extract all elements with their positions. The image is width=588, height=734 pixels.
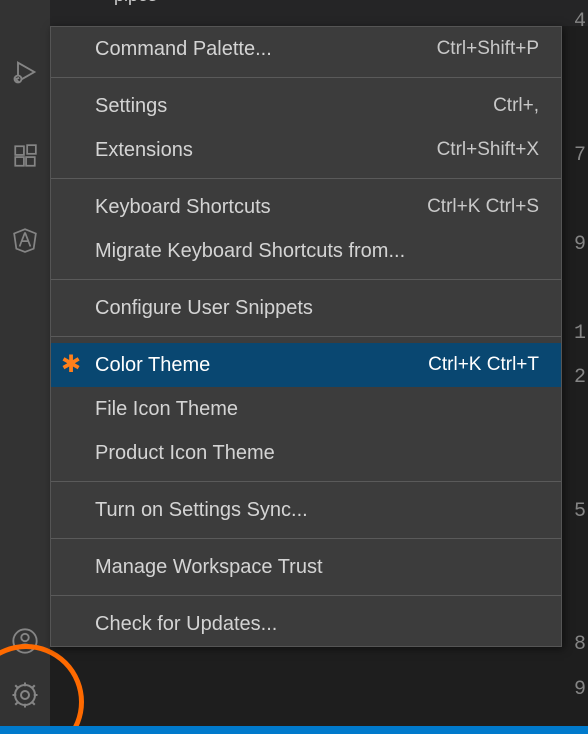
menu-item-label: Command Palette... [95,38,417,61]
line-number: 9 [560,668,586,713]
chevron-right-icon: › [102,0,108,6]
line-number [560,401,586,446]
tree-item-label: pipes [114,0,157,6]
menu-item-shortcut: Ctrl+K Ctrl+S [427,196,539,218]
line-number: 9 [560,223,586,268]
line-number: 1 [560,312,586,357]
line-number [560,267,586,312]
manage-gear-icon[interactable] [0,668,50,722]
menu-item-label: Migrate Keyboard Shortcuts from... [95,240,539,263]
menu-separator [51,538,561,539]
menu-item-command-palette[interactable]: Command Palette... Ctrl+Shift+P [51,27,561,71]
line-number [560,89,586,134]
menu-separator [51,336,561,337]
menu-item-migrate-keyboard-shortcuts-from[interactable]: Migrate Keyboard Shortcuts from... [51,229,561,273]
menu-item-shortcut: Ctrl+Shift+P [437,38,539,60]
angular-icon[interactable] [0,216,50,264]
line-number: 8 [560,623,586,668]
menu-item-label: Turn on Settings Sync... [95,499,539,522]
menu-item-label: Keyboard Shortcuts [95,196,407,219]
menu-item-label: Check for Updates... [95,613,539,636]
menu-item-label: Configure User Snippets [95,297,539,320]
menu-separator [51,481,561,482]
menu-item-label: Color Theme [95,354,408,377]
menu-item-keyboard-shortcuts[interactable]: Keyboard Shortcuts Ctrl+K Ctrl+S [51,185,561,229]
editor-line-numbers: 47912589 [560,0,588,734]
menu-separator [51,595,561,596]
activity-bar [0,0,50,734]
current-theme-icon: ✱ [61,353,81,377]
line-number [560,579,586,624]
line-number: 4 [560,0,586,45]
line-number [560,178,586,223]
menu-item-label: Settings [95,95,473,118]
menu-separator [51,178,561,179]
line-number: 7 [560,134,586,179]
tree-item-pipes[interactable]: › pipes [50,0,588,6]
run-debug-icon[interactable] [0,48,50,96]
menu-item-settings[interactable]: Settings Ctrl+, [51,84,561,128]
status-bar[interactable] [0,726,588,734]
menu-item-shortcut: Ctrl+K Ctrl+T [428,354,539,376]
menu-item-label: Product Icon Theme [95,442,539,465]
menu-separator [51,77,561,78]
line-number: 5 [560,490,586,535]
menu-item-product-icon-theme[interactable]: Product Icon Theme [51,431,561,475]
menu-item-turn-on-settings-sync[interactable]: Turn on Settings Sync... [51,488,561,532]
manage-context-menu: Command Palette... Ctrl+Shift+P Settings Ct… [50,26,562,647]
extensions-icon[interactable] [0,132,50,180]
line-number [560,45,586,90]
menu-separator [51,279,561,280]
menu-item-configure-user-snippets[interactable]: Configure User Snippets [51,286,561,330]
menu-item-check-for-updates[interactable]: Check for Updates... [51,602,561,646]
menu-item-label: Manage Workspace Trust [95,556,539,579]
line-number [560,445,586,490]
menu-item-shortcut: Ctrl+, [493,95,539,117]
accounts-icon[interactable] [0,614,50,668]
explorer-tree: › pipes [50,0,588,26]
menu-item-label: File Icon Theme [95,398,539,421]
menu-item-file-icon-theme[interactable]: File Icon Theme [51,387,561,431]
menu-item-shortcut: Ctrl+Shift+X [437,139,539,161]
menu-item-extensions[interactable]: Extensions Ctrl+Shift+X [51,128,561,172]
line-number: 2 [560,356,586,401]
line-number [560,534,586,579]
menu-item-color-theme[interactable]: ✱ Color Theme Ctrl+K Ctrl+T [51,343,561,387]
menu-item-manage-workspace-trust[interactable]: Manage Workspace Trust [51,545,561,589]
menu-item-label: Extensions [95,139,417,162]
